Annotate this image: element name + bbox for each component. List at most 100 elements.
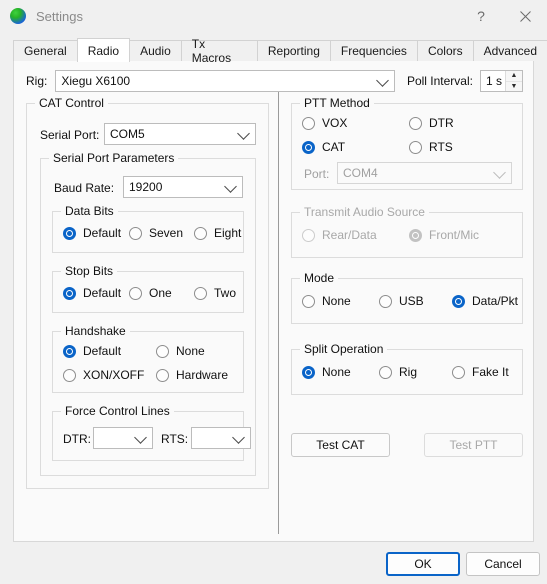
chevron-down-icon (493, 166, 506, 179)
radio-mode-none[interactable]: None (302, 294, 351, 308)
spin-down-icon[interactable]: ▼ (506, 82, 522, 92)
tab-advanced[interactable]: Advanced (472, 40, 547, 61)
cat-control-group: CAT Control Serial Port: COM5 Serial Por… (26, 96, 269, 489)
radio-mode-usb[interactable]: USB (379, 294, 424, 308)
tab-general[interactable]: General (13, 40, 78, 61)
rts-select[interactable] (191, 427, 251, 449)
radio-tab-panel: Rig: Xiegu X6100 Poll Interval: 1 s ▲ ▼ … (13, 59, 534, 542)
radio-label: None (176, 344, 205, 358)
test-ptt-button: Test PTT (424, 433, 523, 457)
ptt-port-label: Port: (304, 167, 330, 181)
cancel-button[interactable]: Cancel (466, 552, 540, 576)
radio-dot-icon (302, 116, 315, 130)
tab-reporting[interactable]: Reporting (256, 40, 331, 61)
force-control-lines-title: Force Control Lines (61, 404, 174, 418)
transmit-audio-source-title: Transmit Audio Source (300, 205, 429, 219)
radio-dot-icon (129, 286, 142, 300)
radio-dot-icon (63, 344, 76, 358)
handshake-group: Handshake Default None XON/XOFF Hardware (52, 324, 244, 393)
radio-ptt-dtr[interactable]: DTR (409, 116, 454, 130)
split-operation-group: Split Operation None Rig Fake It (291, 342, 523, 395)
radio-handshake-default[interactable]: Default (63, 344, 121, 358)
radio-split-none[interactable]: None (302, 365, 351, 379)
close-icon[interactable] (503, 0, 547, 32)
window-controls: ? (459, 0, 547, 32)
chevron-down-icon (237, 127, 250, 140)
radio-dot-icon (409, 116, 422, 130)
globe-icon (10, 8, 26, 24)
radio-label: DTR (429, 116, 454, 130)
ptt-method-group: PTT Method VOX DTR CAT RTS Port: COM4 (291, 96, 523, 190)
cat-control-title: CAT Control (35, 96, 108, 110)
ptt-port-select: COM4 (337, 162, 512, 184)
ptt-port-value: COM4 (343, 166, 378, 180)
radio-handshake-hardware[interactable]: Hardware (156, 368, 228, 382)
radio-split-rig[interactable]: Rig (379, 365, 417, 379)
poll-interval-stepper[interactable]: 1 s ▲ ▼ (479, 70, 523, 92)
tab-colors[interactable]: Colors (416, 40, 474, 61)
radio-label: None (322, 365, 351, 379)
radio-ptt-vox[interactable]: VOX (302, 116, 347, 130)
serial-port-select[interactable]: COM5 (104, 123, 256, 145)
rig-select[interactable]: Xiegu X6100 (55, 70, 395, 92)
radio-ptt-rts[interactable]: RTS (409, 140, 453, 154)
radio-label: Rear/Data (322, 228, 377, 242)
serial-port-parameters-title: Serial Port Parameters (49, 151, 179, 165)
radio-label: Fake It (472, 365, 509, 379)
radio-stop-bits-two[interactable]: Two (194, 286, 236, 300)
tab-radio[interactable]: Radio (76, 38, 131, 62)
radio-data-bits-eight[interactable]: Eight (194, 226, 241, 240)
radio-label: One (149, 286, 172, 300)
radio-label: None (322, 294, 351, 308)
rts-label: RTS: (161, 432, 189, 446)
radio-handshake-xonxoff[interactable]: XON/XOFF (63, 368, 144, 382)
radio-label: Default (83, 344, 122, 358)
radio-stop-bits-one[interactable]: One (129, 286, 172, 300)
radio-dot-icon (63, 286, 76, 300)
radio-audio-rear-data: Rear/Data (302, 228, 377, 242)
radio-label: RTS (429, 140, 453, 154)
radio-data-bits-seven[interactable]: Seven (129, 226, 183, 240)
tab-audio[interactable]: Audio (129, 40, 182, 61)
radio-label: CAT (322, 140, 346, 154)
tab-tx-macros[interactable]: Tx Macros (180, 37, 258, 65)
settings-tabs: General Radio Audio Tx Macros Reporting … (13, 37, 547, 65)
split-operation-title: Split Operation (300, 342, 388, 356)
baud-rate-select[interactable]: 19200 (123, 176, 243, 198)
radio-label: Default (83, 286, 122, 300)
radio-audio-front-mic: Front/Mic (409, 228, 479, 242)
test-cat-button[interactable]: Test CAT (291, 433, 390, 457)
help-button[interactable]: ? (459, 0, 503, 32)
serial-port-parameters-group: Serial Port Parameters Baud Rate: 19200 … (40, 151, 256, 476)
radio-label: Hardware (176, 368, 229, 382)
dtr-select[interactable] (93, 427, 153, 449)
radio-data-bits-default[interactable]: Default (63, 226, 121, 240)
ok-button[interactable]: OK (386, 552, 460, 576)
radio-dot-icon (409, 228, 422, 242)
poll-interval-label: Poll Interval: (406, 74, 473, 88)
tab-frequencies[interactable]: Frequencies (329, 40, 418, 61)
radio-mode-data-pkt[interactable]: Data/Pkt (452, 294, 518, 308)
serial-port-value: COM5 (110, 127, 145, 141)
data-bits-group: Data Bits Default Seven Eight (52, 204, 244, 253)
spin-up-icon[interactable]: ▲ (506, 71, 522, 82)
radio-dot-icon (194, 226, 207, 240)
radio-label: XON/XOFF (83, 368, 145, 382)
chevron-down-icon (232, 431, 245, 444)
radio-dot-icon (302, 294, 315, 308)
radio-label: Front/Mic (429, 228, 480, 242)
mode-group: Mode None USB Data/Pkt (291, 271, 523, 324)
radio-label: Data/Pkt (472, 294, 519, 308)
baud-rate-value: 19200 (129, 180, 163, 194)
radio-label: USB (399, 294, 424, 308)
radio-dot-icon (194, 286, 207, 300)
rig-select-value: Xiegu X6100 (61, 74, 131, 88)
mode-title: Mode (300, 271, 339, 285)
radio-handshake-none[interactable]: None (156, 344, 205, 358)
force-control-lines-group: Force Control Lines DTR: RTS: (52, 404, 251, 461)
radio-split-fake-it[interactable]: Fake It (452, 365, 509, 379)
radio-ptt-cat[interactable]: CAT (302, 140, 345, 154)
dtr-label: DTR: (63, 432, 91, 446)
rig-label: Rig: (26, 74, 48, 88)
radio-stop-bits-default[interactable]: Default (63, 286, 121, 300)
